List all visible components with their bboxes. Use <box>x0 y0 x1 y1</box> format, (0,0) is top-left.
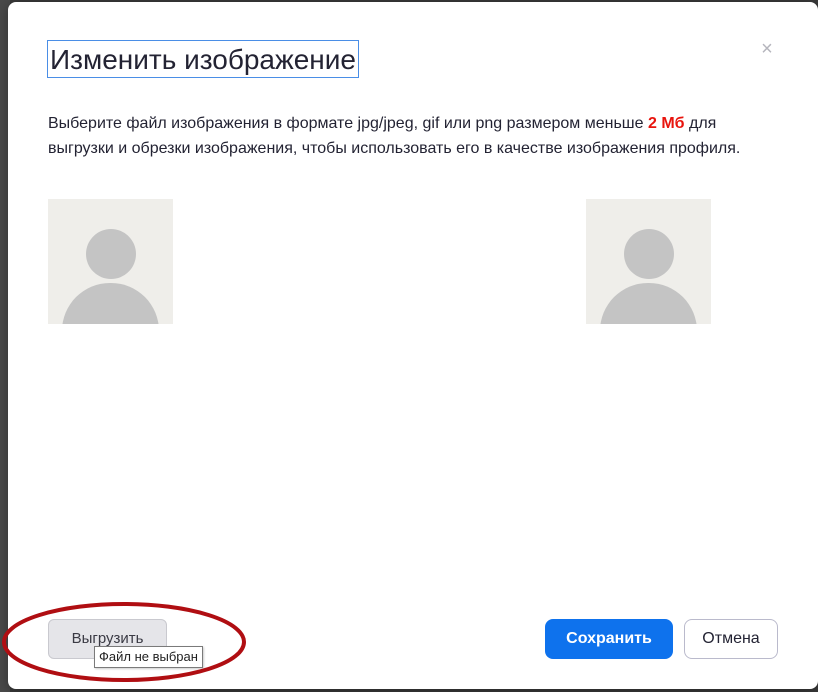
file-not-selected-tooltip: Файл не выбран <box>94 646 203 668</box>
avatar-placeholder-icon <box>86 229 136 279</box>
dialog-description: Выберите файл изображения в формате jpg/… <box>48 111 783 161</box>
original-image-area <box>48 199 173 324</box>
save-button[interactable]: Сохранить <box>545 619 673 659</box>
change-image-dialog: Изменить изображение × Выберите файл изо… <box>8 2 818 689</box>
cancel-button[interactable]: Отмена <box>684 619 778 659</box>
preview-image-area <box>586 199 711 324</box>
description-text: Выберите файл изображения в формате jpg/… <box>48 115 648 132</box>
dialog-title: Изменить изображение <box>47 40 359 78</box>
close-icon[interactable]: × <box>758 39 776 59</box>
file-size-limit: 2 Мб <box>647 115 685 132</box>
avatar-placeholder-icon <box>624 229 674 279</box>
avatar-placeholder-body <box>62 283 159 324</box>
avatar-placeholder-body <box>600 283 697 324</box>
